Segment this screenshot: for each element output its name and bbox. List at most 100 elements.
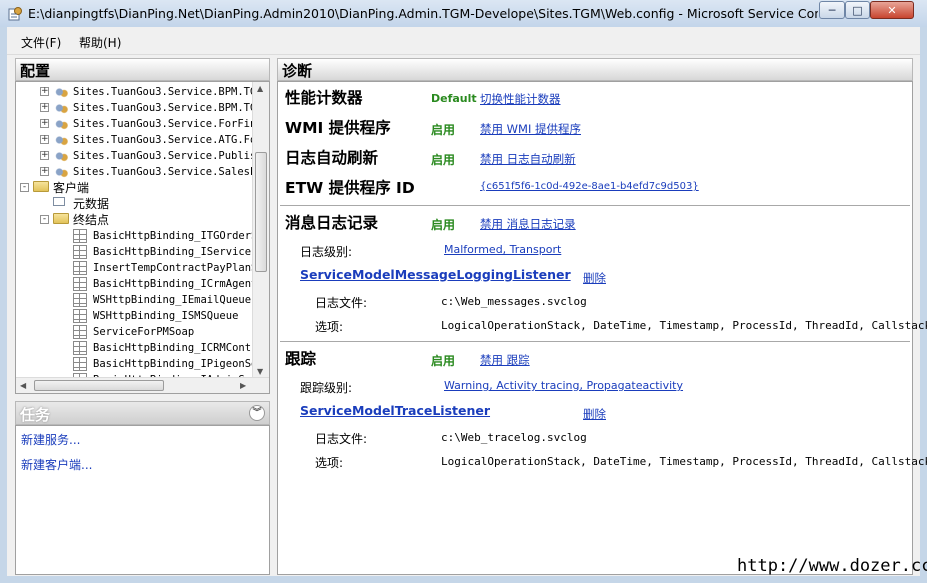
tree-item[interactable]: + Sites.TuanGou3.Service.BPM.TGO (16, 84, 263, 100)
tree-item-label: BasicHttpBinding_IServiceF (93, 246, 258, 258)
endpoint-grid-icon (73, 277, 87, 291)
tree-hscroll-thumb[interactable] (34, 380, 164, 391)
menu-help[interactable]: 帮助(H) (79, 34, 121, 51)
new-client-link[interactable]: 新建客户端... (21, 456, 92, 473)
trace-level-label: 跟踪级别: (300, 381, 353, 395)
wmi-provider-status: 启用 (431, 123, 456, 137)
folder-icon (33, 181, 49, 192)
trace-options-value: LogicalOperationStack, DateTime, Timesta… (441, 455, 927, 468)
message-logging-label: 消息日志记录 (285, 214, 379, 232)
toggle-perf-counter-link[interactable]: 切换性能计数器 (480, 91, 561, 107)
collapse-chevron-icon[interactable]: ︾ (249, 405, 265, 421)
message-listener-link[interactable]: ServiceModelMessageLoggingListener (300, 267, 571, 282)
tree-item-label: 客户端 (53, 181, 90, 195)
close-button[interactable]: ✕ (870, 1, 914, 19)
service-gear-icon (53, 117, 69, 131)
service-gear-icon (53, 85, 69, 99)
tree-item[interactable]: + Sites.TuanGou3.Service.ForFin (16, 116, 256, 132)
tree-item-label: BasicHttpBinding_ICRMContr (93, 342, 258, 354)
log-level-label: 日志级别: (300, 245, 353, 259)
expand-icon[interactable]: + (40, 167, 49, 176)
disable-message-logging-link[interactable]: 禁用 消息日志记录 (480, 216, 576, 232)
service-gear-icon (53, 165, 69, 179)
tree-item-label: Sites.TuanGou3.Service.ATG.Fo (73, 134, 257, 146)
tree-item-label: BasicHttpBinding_IPigeonSe (93, 358, 258, 370)
service-gear-icon (53, 133, 69, 147)
tree-vscroll-thumb[interactable] (255, 152, 267, 272)
trace-options-label: 选项: (315, 456, 344, 470)
endpoint-grid-icon (73, 245, 87, 259)
scroll-up-icon[interactable]: ▲ (257, 84, 263, 93)
config-panel-header: 配置 (15, 58, 270, 81)
tree-horizontal-scrollbar[interactable]: ◀ ▶ (16, 377, 269, 393)
config-tree[interactable]: + Sites.TuanGou3.Service.BPM.TGO + Sites.Tu… (15, 81, 270, 394)
scroll-down-icon[interactable]: ▼ (257, 367, 263, 376)
etw-provider-id-link[interactable]: {c651f5f6-1c0d-492e-8ae1-b4efd7c9d503} (480, 181, 699, 192)
tree-item[interactable]: InsertTempContractPayPlanS (16, 260, 257, 276)
tree-item-label: Sites.TuanGou3.Service.BPM.TG (73, 102, 257, 114)
collapse-icon[interactable]: - (20, 183, 29, 192)
tree-item[interactable]: + Sites.TuanGou3.Service.ATG.Fo (16, 132, 256, 148)
scroll-right-icon[interactable]: ▶ (240, 381, 246, 390)
tree-item[interactable]: BasicHttpBinding_IServiceF (16, 244, 257, 260)
tree-item-label: WSHttpBinding_ISMSQueue (93, 310, 239, 322)
log-level-link[interactable]: Malformed, Transport (444, 243, 561, 256)
tree-item[interactable]: - 终结点 (16, 212, 252, 228)
trace-level-link[interactable]: Warning, Activity tracing, Propagateacti… (444, 379, 683, 392)
tree-item-label: Sites.TuanGou3.Service.BPM.TGO (73, 86, 263, 98)
delete-message-listener-link[interactable]: 删除 (583, 270, 606, 286)
diag-panel-header: 诊断 (277, 58, 913, 81)
tree-item-label: Sites.TuanGou3.Service.ForFin (73, 118, 257, 130)
watermark-url: http://www.dozer.cc/ (737, 556, 927, 576)
tree-item[interactable]: + Sites.TuanGou3.Service.Publis (16, 148, 256, 164)
message-logging-status: 启用 (431, 218, 456, 232)
expand-icon[interactable]: + (40, 135, 49, 144)
main-window: 文件(F) 帮助(H) 配置 + Sites.TuanGou3.Service.B… (7, 27, 927, 576)
separator (280, 341, 910, 342)
tree-item[interactable]: 元数据 (16, 196, 252, 212)
trace-log-file-label: 日志文件: (315, 432, 368, 446)
log-autoflush-label: 日志自动刷新 (285, 149, 379, 167)
tree-item[interactable]: ServiceForPMSoap (16, 324, 252, 340)
tree-item[interactable]: BasicHttpBinding_ICRMContr (16, 340, 257, 356)
tree-vertical-scrollbar[interactable]: ▲ ▼ (252, 82, 269, 378)
tree-item[interactable]: BasicHttpBinding_ICrmAgent (16, 276, 257, 292)
maximize-button[interactable]: □ (845, 1, 870, 19)
menu-file[interactable]: 文件(F) (21, 34, 61, 51)
tree-item[interactable]: WSHttpBinding_ISMSQueue (16, 308, 252, 324)
expand-icon[interactable]: + (40, 87, 49, 96)
trace-listener-link[interactable]: ServiceModelTraceListener (300, 403, 490, 418)
delete-trace-listener-link[interactable]: 删除 (583, 406, 606, 422)
tasks-panel-header: 任务 ︾ (15, 401, 270, 425)
collapse-icon[interactable]: - (40, 215, 49, 224)
diagnostics-panel: 性能计数器 Default 切换性能计数器 WMI 提供程序 启用 禁用 WMI… (277, 81, 927, 575)
close-icon: ✕ (887, 3, 897, 17)
endpoint-grid-icon (73, 293, 87, 307)
tree-item[interactable]: + Sites.TuanGou3.Service.BPM.TG (16, 100, 256, 116)
service-gear-icon (53, 101, 69, 115)
tree-item-label: ServiceForPMSoap (93, 326, 195, 338)
message-options-label: 选项: (315, 320, 344, 334)
tree-item[interactable]: + Sites.TuanGou3.Service.SalesP (16, 164, 256, 180)
disable-autoflush-link[interactable]: 禁用 日志自动刷新 (480, 151, 576, 167)
minimize-button[interactable]: ─ (819, 1, 845, 19)
disable-tracing-link[interactable]: 禁用 跟踪 (480, 352, 530, 368)
new-service-link[interactable]: 新建服务... (21, 431, 80, 448)
expand-icon[interactable]: + (40, 119, 49, 128)
tree-item-label: Sites.TuanGou3.Service.SalesP (73, 166, 257, 178)
metadata-icon (53, 197, 65, 206)
perf-counter-label: 性能计数器 (285, 89, 363, 107)
window-title: E:\dianpingtfs\DianPing.Net\DianPing.Adm… (28, 6, 818, 21)
folder-icon (53, 213, 69, 224)
expand-icon[interactable]: + (40, 151, 49, 160)
tree-item-label: 元数据 (73, 197, 110, 211)
tree-item[interactable]: BasicHttpBinding_ITGOrderS (16, 228, 257, 244)
expand-icon[interactable]: + (40, 103, 49, 112)
tree-item[interactable]: BasicHttpBinding_IPigeonSe (16, 356, 257, 372)
disable-wmi-link[interactable]: 禁用 WMI 提供程序 (480, 121, 581, 137)
etw-provider-label: ETW 提供程序 ID (285, 179, 415, 197)
separator (280, 205, 910, 206)
tree-item[interactable]: - 客户端 (16, 180, 252, 196)
tree-item[interactable]: WSHttpBinding_IEmailQueue (16, 292, 252, 308)
scroll-left-icon[interactable]: ◀ (20, 381, 26, 390)
